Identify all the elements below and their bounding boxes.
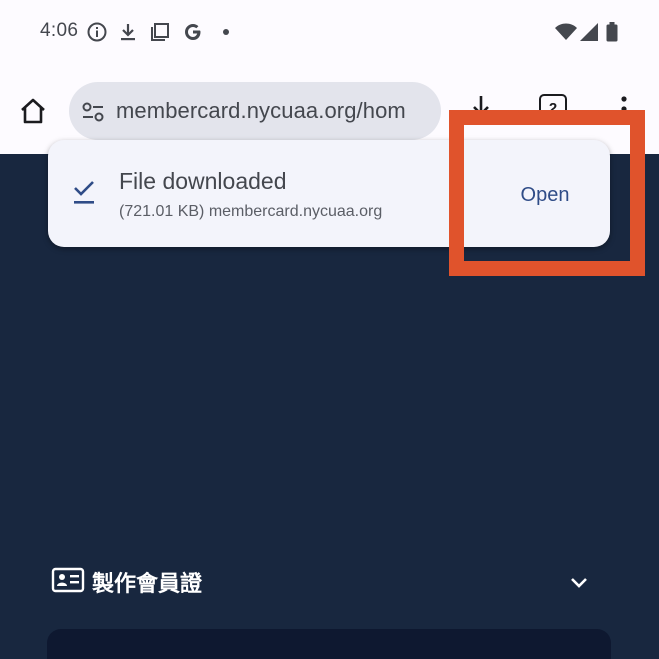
- dot-icon: [223, 29, 229, 35]
- notification-subtitle: (721.01 KB) membercard.nycuaa.org: [119, 203, 383, 220]
- chevron-down-icon[interactable]: [567, 570, 591, 594]
- url-text[interactable]: membercard.nycuaa.org/hom: [116, 98, 434, 124]
- section-title: 製作會員證: [92, 572, 203, 597]
- status-bar: 4:06: [0, 0, 659, 64]
- screenshot-icon: [151, 23, 169, 41]
- site-settings-icon[interactable]: [81, 101, 105, 123]
- signal-icon: [580, 23, 598, 41]
- wifi-icon: [555, 23, 577, 40]
- home-icon[interactable]: [18, 96, 48, 126]
- status-time: 4:06: [40, 20, 79, 41]
- notification-title: File downloaded: [119, 168, 287, 194]
- info-icon: [87, 22, 107, 42]
- highlight-box: [449, 110, 645, 276]
- make-member-card-section[interactable]: 製作會員證: [51, 560, 601, 600]
- google-icon: [185, 24, 201, 40]
- id-card-icon: [51, 567, 85, 593]
- download-icon: [121, 24, 135, 41]
- battery-icon: [606, 22, 618, 42]
- url-bar[interactable]: membercard.nycuaa.org/hom: [69, 82, 441, 140]
- content-panel: [47, 629, 611, 659]
- download-complete-icon: [74, 181, 94, 204]
